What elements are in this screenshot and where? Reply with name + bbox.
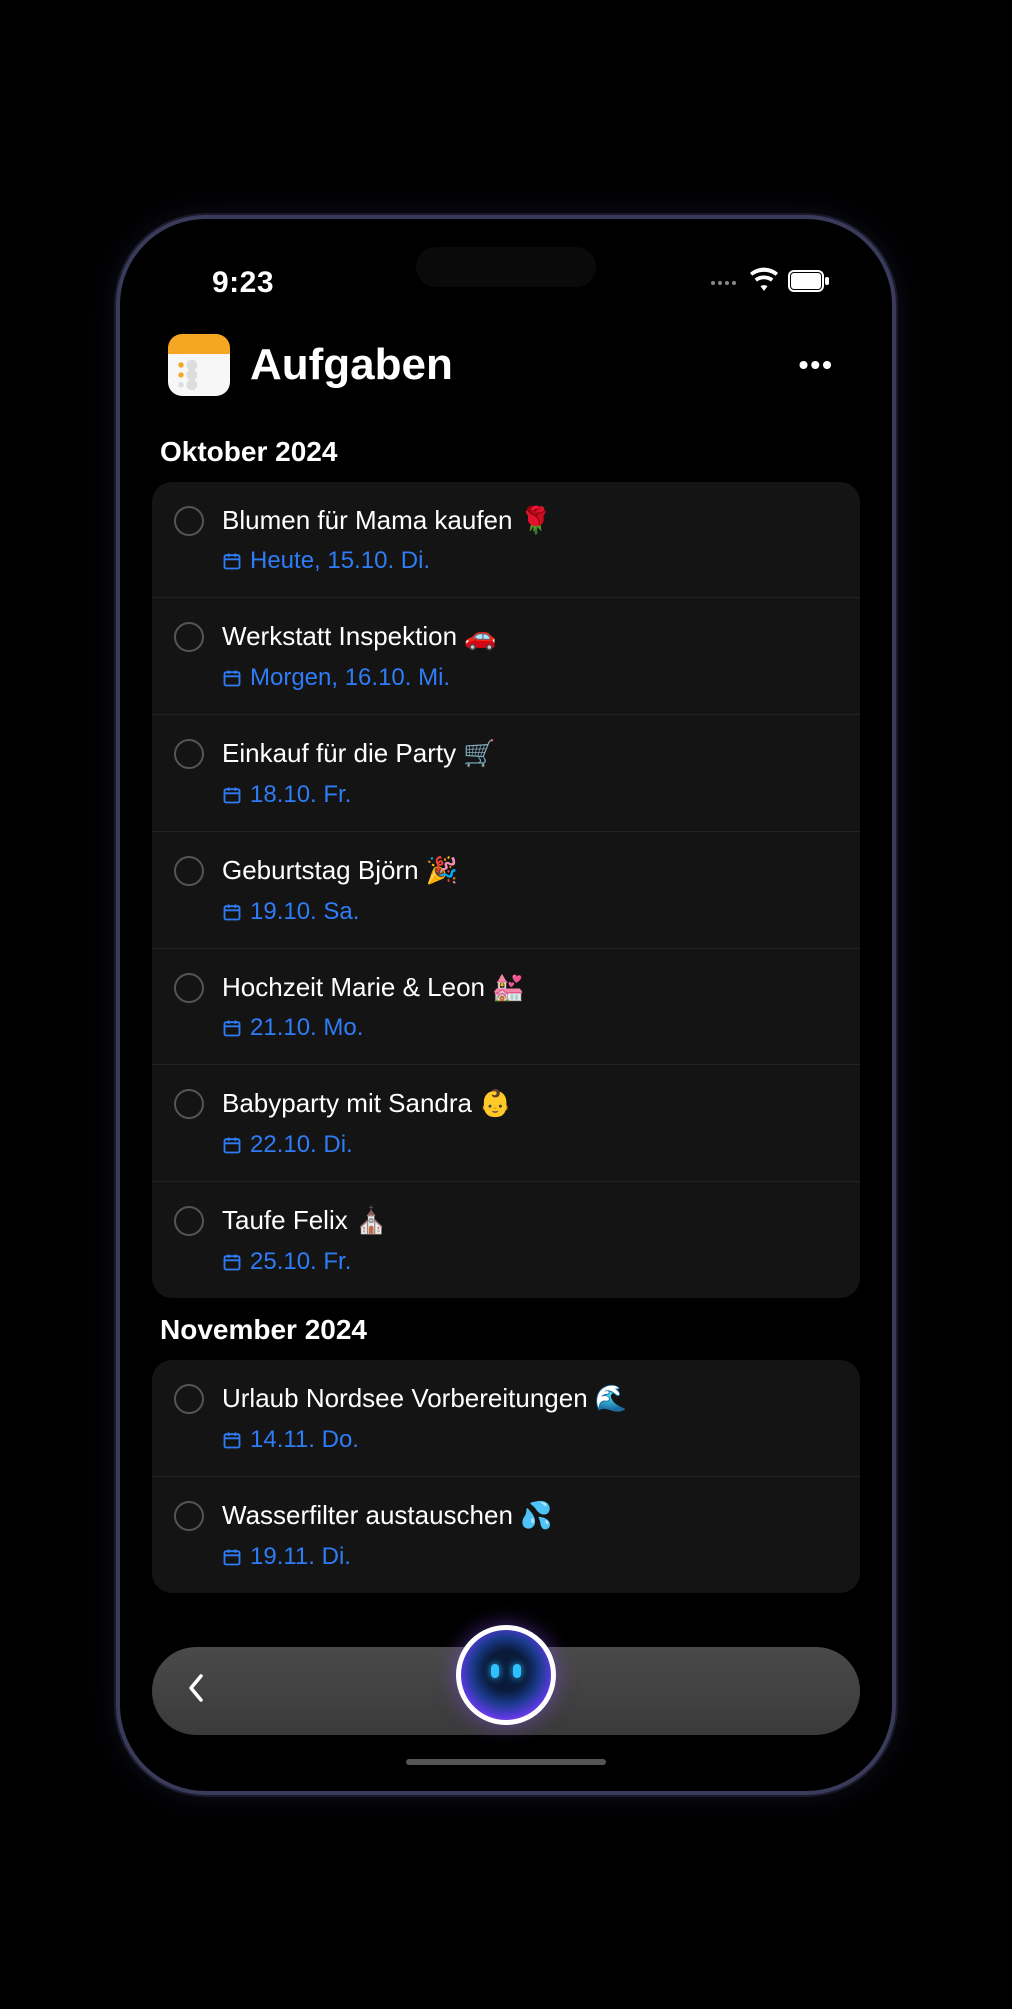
calendar-icon <box>222 1252 242 1272</box>
task-body: Hochzeit Marie & Leon 💒 21.10. Mo. <box>222 971 838 1043</box>
power-button <box>892 659 896 819</box>
task-list[interactable]: Oktober 2024 Blumen für Mama kaufen 🌹 Heut… <box>132 420 880 1779</box>
home-indicator[interactable] <box>406 1759 606 1765</box>
more-button[interactable]: ••• <box>789 339 844 391</box>
task-title: Babyparty mit Sandra 👶 <box>222 1087 838 1121</box>
task-title: Hochzeit Marie & Leon 💒 <box>222 971 838 1005</box>
task-date-text: 14.11. Do. <box>250 1426 359 1454</box>
task-date: 19.10. Sa. <box>222 898 838 926</box>
side-button <box>116 519 120 569</box>
task-date-text: 22.10. Di. <box>250 1131 353 1159</box>
task-checkbox[interactable] <box>174 1501 204 1531</box>
task-body: Einkauf für die Party 🛒 18.10. Fr. <box>222 737 838 809</box>
status-bar: 9:23 <box>132 231 880 316</box>
task-checkbox[interactable] <box>174 973 204 1003</box>
task-date: 22.10. Di. <box>222 1131 838 1159</box>
status-icons <box>711 267 830 300</box>
task-title: Urlaub Nordsee Vorbereitungen 🌊 <box>222 1382 838 1416</box>
section-header: Oktober 2024 <box>152 420 860 482</box>
task-group: Urlaub Nordsee Vorbereitungen 🌊 14.11. Do… <box>152 1360 860 1593</box>
calendar-icon <box>222 1135 242 1155</box>
task-body: Blumen für Mama kaufen 🌹 Heute, 15.10. Di… <box>222 504 838 576</box>
task-date: 19.11. Di. <box>222 1543 838 1571</box>
calendar-icon <box>222 1018 242 1038</box>
task-date-text: 18.10. Fr. <box>250 781 351 809</box>
screen: 9:23 Aufgaben ••• Oktober 2024 Blumen für… <box>132 231 880 1779</box>
task-date-text: 19.10. Sa. <box>250 898 359 926</box>
cell-signal-icon <box>711 281 736 285</box>
task-date: 25.10. Fr. <box>222 1248 838 1276</box>
task-date-text: 21.10. Mo. <box>250 1014 363 1042</box>
task-body: Werkstatt Inspektion 🚗 Morgen, 16.10. Mi. <box>222 620 838 692</box>
task-checkbox[interactable] <box>174 506 204 536</box>
phone-frame: 9:23 Aufgaben ••• Oktober 2024 Blumen für… <box>116 215 896 1795</box>
status-time: 9:23 <box>212 266 274 300</box>
task-title: Blumen für Mama kaufen 🌹 <box>222 504 838 538</box>
task-item[interactable]: Wasserfilter austauschen 💦 19.11. Di. <box>152 1477 860 1593</box>
volume-up-button <box>116 619 120 719</box>
task-title: Taufe Felix ⛪ <box>222 1204 838 1238</box>
volume-down-button <box>116 739 120 839</box>
wifi-icon <box>750 267 778 300</box>
assistant-button[interactable] <box>456 1625 556 1725</box>
task-date-text: 25.10. Fr. <box>250 1248 351 1276</box>
task-group: Blumen für Mama kaufen 🌹 Heute, 15.10. Di… <box>152 482 860 1299</box>
task-item[interactable]: Geburtstag Björn 🎉 19.10. Sa. <box>152 832 860 949</box>
calendar-icon <box>222 551 242 571</box>
task-checkbox[interactable] <box>174 1384 204 1414</box>
battery-icon <box>788 270 830 297</box>
task-date: Morgen, 16.10. Mi. <box>222 664 838 692</box>
task-date-text: 19.11. Di. <box>250 1543 351 1571</box>
task-checkbox[interactable] <box>174 739 204 769</box>
task-date: 18.10. Fr. <box>222 781 838 809</box>
task-title: Einkauf für die Party 🛒 <box>222 737 838 771</box>
task-title: Werkstatt Inspektion 🚗 <box>222 620 838 654</box>
task-body: Babyparty mit Sandra 👶 22.10. Di. <box>222 1087 838 1159</box>
calendar-icon <box>222 1547 242 1567</box>
task-item[interactable]: Babyparty mit Sandra 👶 22.10. Di. <box>152 1065 860 1182</box>
task-checkbox[interactable] <box>174 1206 204 1236</box>
page-header: Aufgaben ••• <box>132 316 880 420</box>
task-title: Geburtstag Björn 🎉 <box>222 854 838 888</box>
calendar-icon <box>222 668 242 688</box>
page-title: Aufgaben <box>250 340 769 390</box>
task-checkbox[interactable] <box>174 622 204 652</box>
task-body: Wasserfilter austauschen 💦 19.11. Di. <box>222 1499 838 1571</box>
task-item[interactable]: Taufe Felix ⛪ 25.10. Fr. <box>152 1182 860 1298</box>
calendar-icon <box>222 1430 242 1450</box>
task-item[interactable]: Blumen für Mama kaufen 🌹 Heute, 15.10. Di… <box>152 482 860 599</box>
task-item[interactable]: Urlaub Nordsee Vorbereitungen 🌊 14.11. Do… <box>152 1360 860 1477</box>
task-date-text: Morgen, 16.10. Mi. <box>250 664 450 692</box>
task-body: Taufe Felix ⛪ 25.10. Fr. <box>222 1204 838 1276</box>
app-icon <box>168 334 230 396</box>
task-item[interactable]: Einkauf für die Party 🛒 18.10. Fr. <box>152 715 860 832</box>
calendar-icon <box>222 785 242 805</box>
calendar-icon <box>222 902 242 922</box>
task-item[interactable]: Hochzeit Marie & Leon 💒 21.10. Mo. <box>152 949 860 1066</box>
task-item[interactable]: Werkstatt Inspektion 🚗 Morgen, 16.10. Mi. <box>152 598 860 715</box>
task-checkbox[interactable] <box>174 856 204 886</box>
section-header: November 2024 <box>152 1298 860 1360</box>
back-button[interactable] <box>186 1670 204 1712</box>
task-checkbox[interactable] <box>174 1089 204 1119</box>
task-title: Wasserfilter austauschen 💦 <box>222 1499 838 1533</box>
bottom-toolbar <box>152 1647 860 1735</box>
task-body: Geburtstag Björn 🎉 19.10. Sa. <box>222 854 838 926</box>
task-date-text: Heute, 15.10. Di. <box>250 547 430 575</box>
task-date: 21.10. Mo. <box>222 1014 838 1042</box>
task-body: Urlaub Nordsee Vorbereitungen 🌊 14.11. Do… <box>222 1382 838 1454</box>
task-date: 14.11. Do. <box>222 1426 838 1454</box>
task-date: Heute, 15.10. Di. <box>222 547 838 575</box>
